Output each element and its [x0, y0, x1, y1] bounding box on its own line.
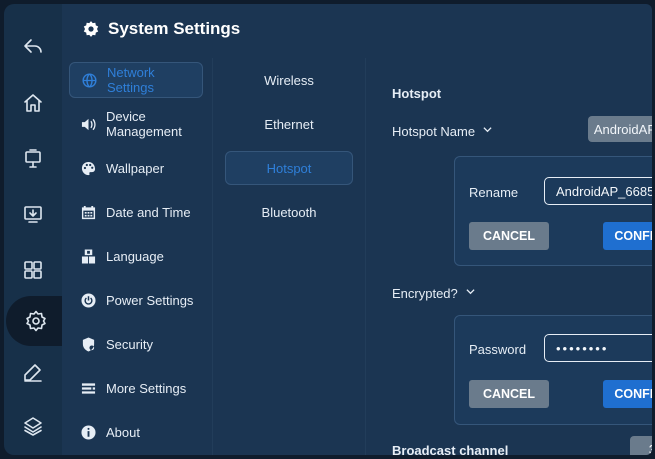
layers-icon	[24, 417, 42, 436]
password-label: Password	[469, 342, 527, 357]
layers-button[interactable]	[11, 404, 55, 448]
chevron-down-icon	[466, 284, 475, 295]
menu-item-label: Date and Time	[106, 204, 191, 220]
settings-button[interactable]	[6, 296, 66, 346]
info-icon	[80, 424, 96, 440]
broadcast-channel-select[interactable]: 36	[630, 436, 652, 455]
whiteboard-button[interactable]	[11, 137, 55, 181]
menu-item-label: About	[106, 424, 140, 440]
rename-cancel-button[interactable]: CANCEL	[469, 222, 549, 250]
settings-menu: Network Settings Device Management Wallp…	[62, 58, 212, 455]
home-icon	[24, 94, 42, 112]
password-card: Password •••••••• CANCEL CONFIRM	[454, 315, 652, 425]
settings-header: System Settings	[62, 4, 652, 54]
hotspot-name-row[interactable]: Hotspot Name	[392, 122, 492, 139]
rename-card: Rename AndroidAP_6685 CANCEL CONFIRM	[454, 156, 652, 266]
password-input-value: ••••••••	[556, 340, 609, 356]
back-button[interactable]	[11, 24, 55, 68]
whiteboard-icon	[25, 149, 41, 168]
pen-icon	[24, 364, 42, 382]
tab-ethernet[interactable]: Ethernet	[225, 107, 353, 141]
menu-item-label: Security	[106, 336, 153, 352]
menu-item-device-management[interactable]: Device Management	[69, 106, 203, 142]
settings-icon	[26, 310, 46, 332]
apps-button[interactable]	[11, 248, 55, 292]
power-icon	[80, 292, 96, 308]
menu-item-label: Power Settings	[106, 292, 194, 308]
password-confirm-button[interactable]: CONFIRM	[603, 380, 652, 408]
hotspot-name-value: AndroidAP_6685	[588, 116, 652, 142]
page-title: System Settings	[108, 19, 241, 38]
rename-input[interactable]: AndroidAP_6685	[544, 177, 652, 205]
menu-item-label: Network Settings	[107, 65, 155, 95]
menu-item-date-time[interactable]: Date and Time	[69, 194, 203, 230]
back-icon	[24, 39, 42, 53]
apps-grid-icon	[24, 261, 42, 279]
menu-item-label: More Settings	[106, 380, 187, 396]
menu-item-label: Wallpaper	[106, 160, 165, 176]
hotspot-detail: Hotspot Hotspot Name AndroidAP_6685 Rena…	[366, 58, 652, 455]
menu-item-power-settings[interactable]: Power Settings	[69, 282, 203, 318]
shield-icon	[80, 336, 96, 352]
menu-item-security[interactable]: Security	[69, 326, 203, 362]
gear-icon	[83, 21, 99, 37]
column-divider	[212, 58, 213, 455]
rename-label: Rename	[469, 185, 519, 200]
speaker-icon	[80, 116, 96, 132]
tab-wireless[interactable]: Wireless	[225, 63, 353, 97]
hotspot-label: Hotspot	[392, 86, 442, 101]
globe-icon	[81, 72, 97, 88]
encrypted-label: Encrypted?	[392, 286, 458, 301]
menu-item-more-settings[interactable]: More Settings	[69, 370, 203, 406]
screen-share-button[interactable]	[11, 192, 55, 236]
tab-bluetooth[interactable]: Bluetooth	[225, 195, 353, 229]
hotspot-name-label: Hotspot Name	[392, 124, 476, 139]
broadcast-channel-value: 36	[649, 442, 652, 456]
menu-item-label: Language	[106, 248, 164, 264]
password-input[interactable]: ••••••••	[544, 334, 652, 362]
annotate-button[interactable]	[11, 350, 55, 394]
menu-item-about[interactable]: About	[69, 414, 203, 450]
palette-icon	[80, 160, 96, 176]
rename-confirm-button[interactable]: CONFIRM	[603, 222, 652, 250]
menu-item-language[interactable]: Language	[69, 238, 203, 274]
list-icon	[80, 380, 96, 396]
menu-item-wallpaper[interactable]: Wallpaper	[69, 150, 203, 186]
language-icon	[80, 248, 96, 264]
screen-share-icon	[24, 206, 42, 223]
tab-hotspot[interactable]: Hotspot	[225, 151, 353, 185]
settings-panel: System Settings Network Settings Device …	[62, 4, 652, 455]
broadcast-channel-label: Broadcast channel	[392, 443, 509, 455]
rename-input-value: AndroidAP_6685	[556, 183, 652, 199]
encrypted-row[interactable]: Encrypted?	[392, 284, 475, 301]
side-rail	[4, 4, 66, 455]
calendar-icon	[80, 204, 96, 220]
home-button[interactable]	[11, 81, 55, 125]
network-submenu: Wireless Ethernet Hotspot Bluetooth	[214, 58, 364, 455]
password-cancel-button[interactable]: CANCEL	[469, 380, 549, 408]
chevron-down-icon	[483, 122, 492, 133]
menu-item-label: Device Management	[106, 109, 182, 139]
menu-item-network-settings[interactable]: Network Settings	[69, 62, 203, 98]
